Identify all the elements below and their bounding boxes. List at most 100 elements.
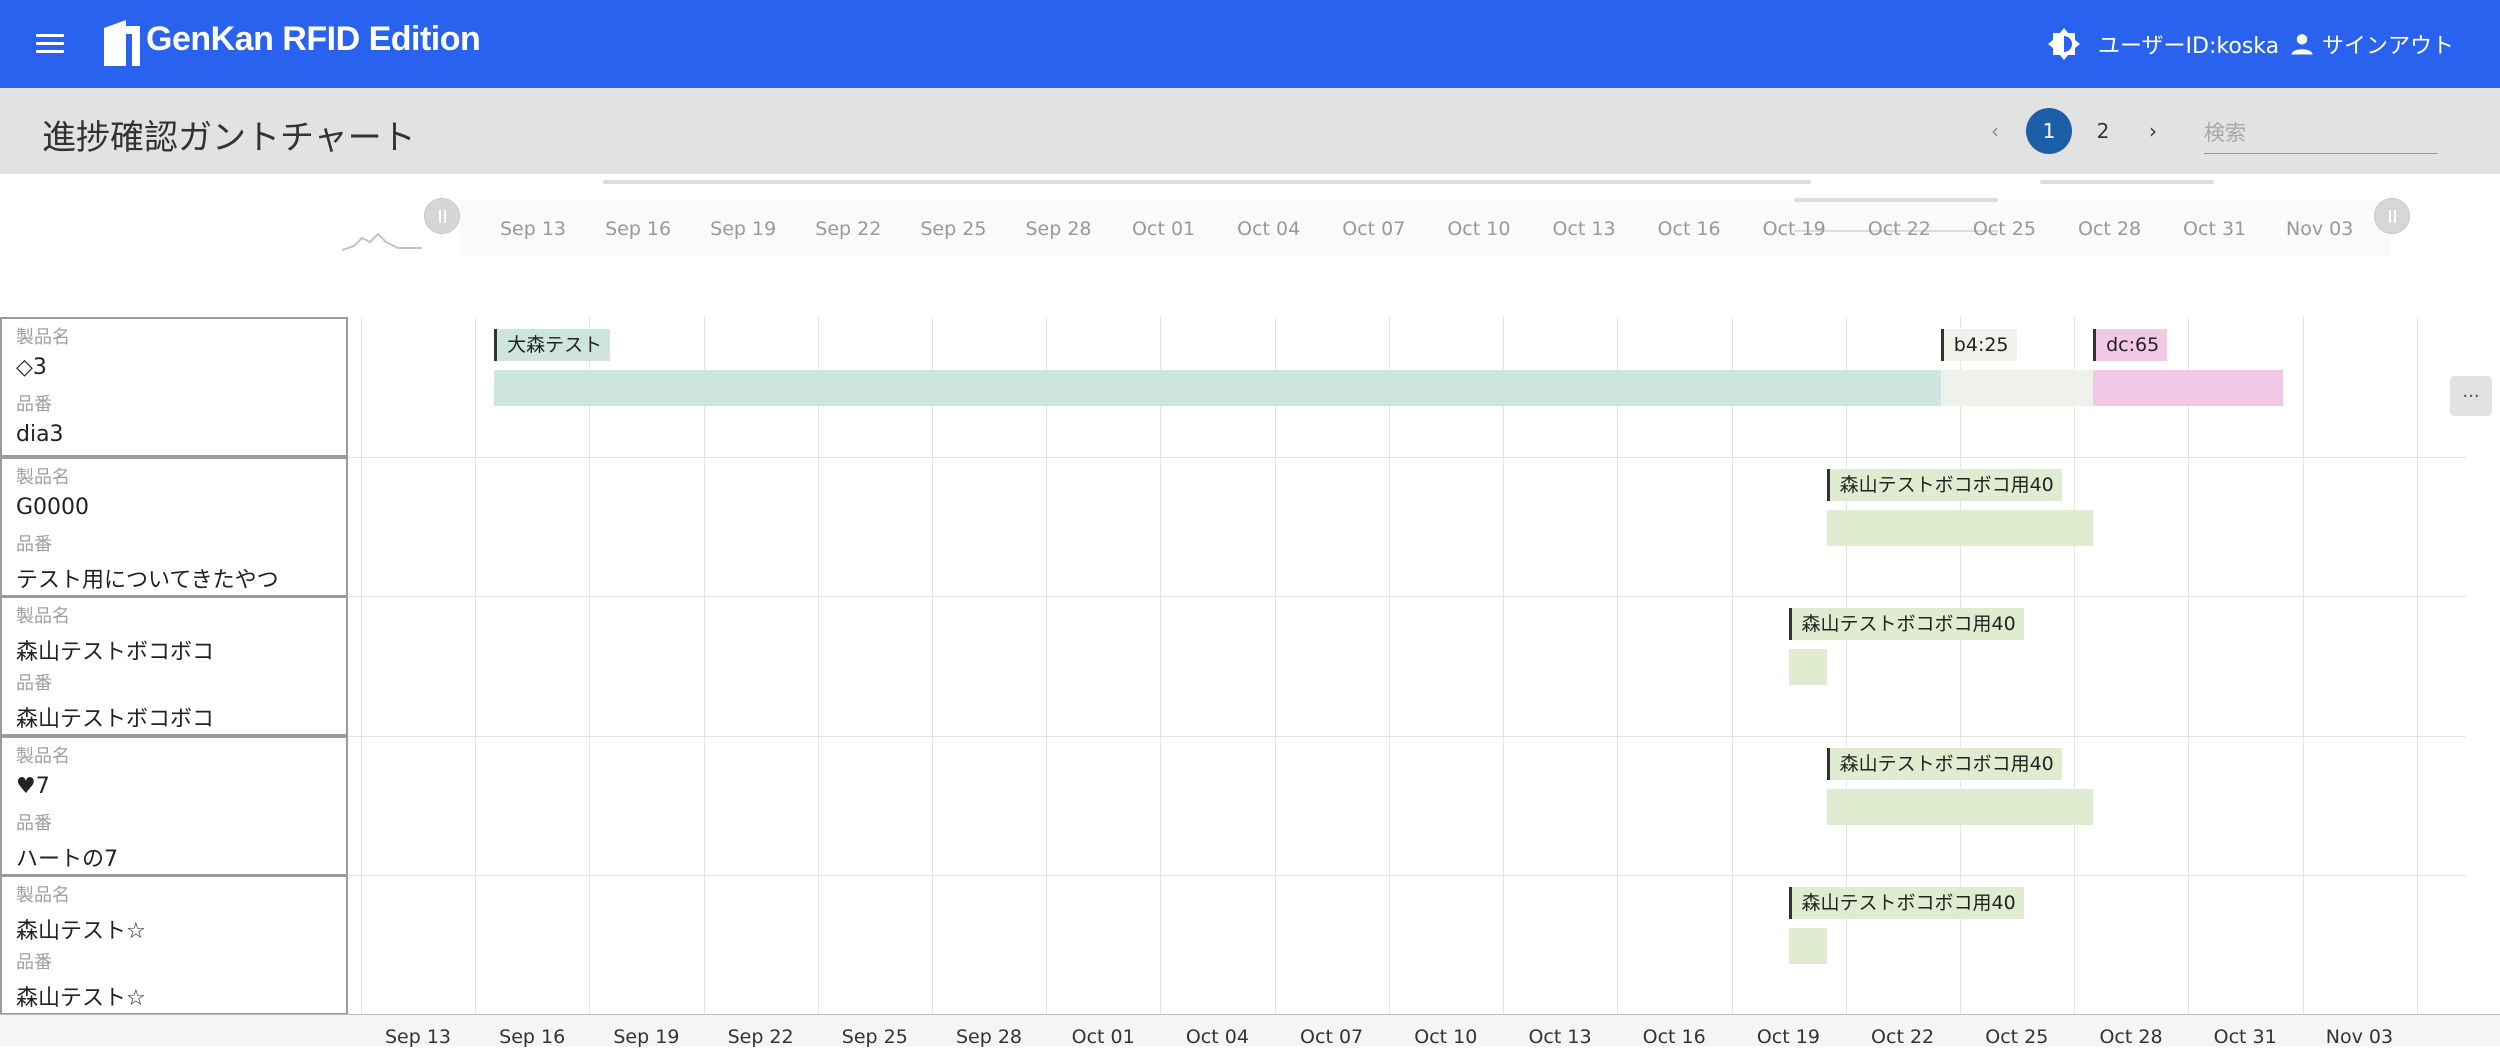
grid-line	[1046, 317, 1048, 1015]
gantt-task-label[interactable]: 大森テスト	[494, 329, 611, 361]
overview-left-handle[interactable]	[424, 198, 460, 234]
gantt-task-label[interactable]: 森山テストボコボコ用40	[1788, 887, 2024, 920]
overview-date-tick: Oct 04	[1237, 218, 1301, 240]
user-id-label: ユーザーID:koska	[2098, 34, 2280, 59]
pagination-page-1[interactable]: 1	[2026, 108, 2072, 154]
row-label: 製品名 森山テストボコボコ 品番 森山テストボコボコ	[0, 596, 348, 737]
grid-line	[2074, 317, 2076, 1015]
gantt-task-label[interactable]: b4:25	[1940, 329, 2017, 361]
bottom-date-tick: Oct 04	[1185, 1026, 1249, 1048]
signout-label: サインアウト	[2322, 34, 2455, 59]
bottom-date-tick: Nov 03	[2325, 1026, 2394, 1048]
gantt-task-bar[interactable]	[1788, 649, 1827, 686]
product-number-value: 森山テストボコボコ	[16, 707, 215, 733]
overview-date-tick: Oct 28	[2077, 218, 2142, 240]
grid-line	[2302, 317, 2304, 1015]
overview-series-line	[603, 180, 1811, 184]
grid-row-line	[348, 596, 2466, 598]
overview-date-tick: Nov 03	[2286, 218, 2354, 240]
bottom-date-tick: Sep 25	[841, 1026, 908, 1048]
overview-series-line	[1794, 198, 1998, 202]
overview-date-tick: Oct 19	[1762, 218, 1826, 240]
row-label: 製品名 ◇3 品番 dia3	[0, 317, 348, 457]
overview-date-tick: Oct 01	[1132, 218, 1196, 240]
gantt-grid: 大森テスト b4:25 dc:65 森山テストボコボコ用40 森山テストボコボコ用40 森…	[348, 317, 2466, 1015]
product-name-caption: 製品名	[16, 606, 70, 628]
product-name-value: 森山テスト☆	[16, 919, 146, 945]
app-bar: GenKan RFID Edition ユーザーID:koska サインアウト	[0, 0, 2500, 88]
product-name-caption: 製品名	[16, 745, 70, 767]
overview-date-tick: Sep 28	[1025, 218, 1092, 240]
bottom-date-tick: Sep 13	[384, 1026, 452, 1048]
grid-line	[703, 317, 705, 1015]
row-label: 製品名 森山テスト☆ 品番 森山テスト☆	[0, 875, 348, 1016]
overview-date-tick: Oct 31	[2183, 218, 2247, 240]
more-options-button[interactable]: ···	[2450, 376, 2492, 416]
overview-date-tick: Oct 13	[1552, 218, 1616, 240]
gantt-task-label[interactable]: 森山テストボコボコ用40	[1788, 608, 2024, 641]
gantt-task-label[interactable]: dc:65	[2093, 329, 2168, 361]
menu-icon[interactable]	[30, 26, 70, 62]
gantt-task-bar[interactable]	[1826, 788, 2094, 825]
signout-button[interactable]: サインアウト	[2288, 26, 2454, 62]
bottom-date-tick: Oct 10	[1414, 1026, 1478, 1048]
product-name-caption: 製品名	[16, 466, 70, 488]
gantt-task-bar[interactable]	[2093, 370, 2284, 406]
row-label: 製品名 ♥7 品番 ハートの7	[0, 735, 348, 876]
bottom-date-tick: Oct 28	[2099, 1026, 2163, 1048]
person-icon	[2291, 34, 2313, 55]
row-label: 製品名 G0000 品番 テスト用についてきたやつ	[0, 456, 348, 597]
grid-line	[2188, 317, 2190, 1015]
gantt-task-bar[interactable]	[1826, 509, 2094, 546]
bottom-date-tick: Sep 28	[955, 1026, 1023, 1048]
grid-line	[361, 317, 362, 1015]
bottom-date-tick: Oct 19	[1756, 1026, 1820, 1048]
product-name-value: G0000	[16, 494, 90, 520]
bottom-date-tick: Oct 01	[1071, 1026, 1135, 1048]
gantt-task-bar[interactable]	[1940, 370, 2094, 406]
product-name-value: 森山テストボコボコ	[16, 640, 215, 666]
grid-line	[1388, 317, 1390, 1015]
app-title: GenKan RFID Edition	[146, 20, 481, 58]
grid-line	[1503, 317, 1505, 1015]
overview-date-tick: Oct 16	[1657, 218, 1721, 240]
overview-series-line	[2040, 180, 2214, 184]
gantt-task-label[interactable]: 森山テストボコボコ用40	[1826, 747, 2062, 780]
product-number-caption: 品番	[16, 812, 52, 834]
grid-line	[817, 317, 819, 1015]
gantt-task-bar[interactable]	[1788, 928, 1827, 965]
search-input[interactable]	[2204, 112, 2438, 154]
product-number-value: dia3	[16, 422, 64, 447]
grid-line	[1274, 317, 1276, 1015]
brightness-icon[interactable]	[2046, 26, 2082, 62]
grid-row-line	[348, 735, 2466, 737]
grid-row-line	[348, 456, 2466, 458]
bottom-date-tick: Sep 19	[613, 1026, 680, 1048]
pagination-page-2[interactable]: 2	[2082, 110, 2124, 152]
grid-line	[932, 317, 934, 1015]
pagination-next-button[interactable]: ›	[2136, 110, 2170, 152]
overview-date-tick: Oct 10	[1447, 218, 1511, 240]
genkan-logo-icon	[104, 20, 140, 66]
gantt-task-label[interactable]: 森山テストボコボコ用40	[1826, 468, 2062, 501]
bottom-date-tick: Sep 22	[727, 1026, 794, 1048]
product-number-caption: 品番	[16, 394, 52, 415]
grid-line	[1731, 317, 1733, 1015]
overview-date-tick: Sep 25	[920, 218, 987, 240]
product-number-value: 森山テスト☆	[16, 986, 146, 1012]
product-name-value: ♥7	[16, 773, 50, 799]
overview-date-tick: Sep 22	[815, 218, 882, 240]
grid-line	[2416, 317, 2418, 1015]
gantt-task-bar[interactable]	[494, 370, 1941, 406]
grid-line	[1160, 317, 1162, 1015]
bottom-date-tick: Oct 25	[1985, 1026, 2049, 1048]
overview-date-tick: Sep 16	[605, 218, 672, 240]
product-name-caption: 製品名	[16, 327, 70, 348]
grid-line	[1617, 317, 1619, 1015]
pagination-prev-button[interactable]: ‹	[1978, 110, 2012, 152]
grid-line	[589, 317, 591, 1015]
overview-right-handle[interactable]	[2374, 198, 2410, 234]
overview-sparkline-icon	[342, 232, 422, 251]
bottom-date-tick: Oct 16	[1642, 1026, 1706, 1048]
product-number-value: テスト用についてきたやつ	[16, 567, 279, 593]
